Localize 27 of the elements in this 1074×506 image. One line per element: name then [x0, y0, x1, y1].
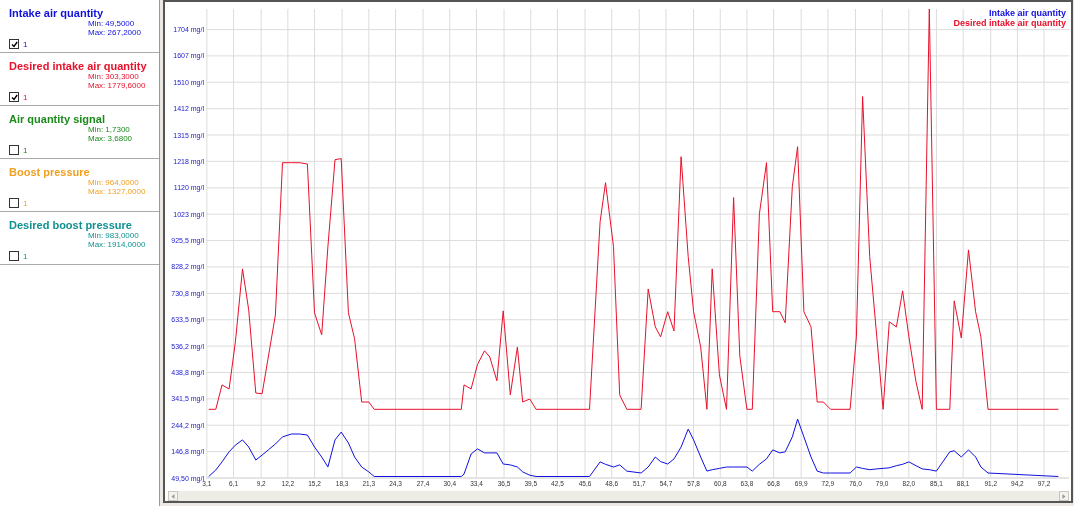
- checkbox[interactable]: [9, 251, 19, 261]
- checkbox[interactable]: [9, 198, 19, 208]
- checkbox[interactable]: [9, 92, 19, 102]
- legend-label: Desired intake air quantity: [953, 18, 1066, 28]
- channel-name: Desired intake air quantity: [9, 60, 147, 72]
- channel-name: Air quantity signal: [9, 113, 105, 125]
- checkbox-label: 1: [23, 198, 28, 208]
- max-value: Max: 267,2000: [88, 28, 141, 37]
- checkbox-label: 1: [23, 92, 28, 102]
- max-value: Max: 1327,0000: [88, 187, 146, 196]
- max-value: Max: 1779,6000: [88, 81, 146, 90]
- max-value: Max: 3,6800: [88, 134, 133, 143]
- min-value: Min: 303,3000: [88, 72, 139, 81]
- checkbox[interactable]: [9, 145, 19, 155]
- min-value: Min: 49,5000: [88, 19, 135, 28]
- channel-name: Intake air quantity: [9, 7, 104, 19]
- checkbox-label: 1: [23, 39, 28, 49]
- checkbox[interactable]: [9, 39, 19, 49]
- legend-label: Intake air quantity: [988, 8, 1066, 18]
- min-value: Min: 983,0000: [88, 231, 139, 240]
- checkbox-label: 1: [23, 145, 28, 155]
- channel-name: Boost pressure: [9, 166, 90, 178]
- max-value: Max: 1914,0000: [88, 240, 146, 249]
- checkbox-label: 1: [23, 251, 28, 261]
- min-value: Min: 964,0000: [88, 178, 139, 187]
- min-value: Min: 1,7300: [88, 125, 130, 134]
- channel-name: Desired boost pressure: [9, 219, 132, 231]
